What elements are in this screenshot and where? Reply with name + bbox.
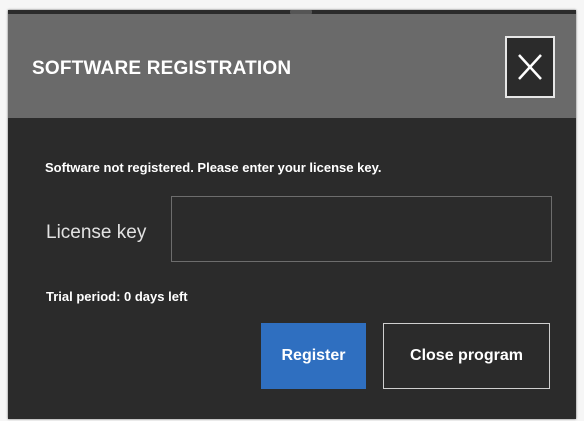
license-key-input[interactable] [171, 196, 552, 262]
dialog-titlebar: SOFTWARE REGISTRATION [8, 14, 576, 118]
close-button[interactable] [505, 36, 555, 98]
registration-message: Software not registered. Please enter yo… [45, 160, 382, 175]
registration-dialog: SOFTWARE REGISTRATION Software not regis… [8, 10, 576, 419]
register-button[interactable]: Register [261, 323, 366, 389]
license-key-label: License key [46, 222, 147, 243]
dialog-title: SOFTWARE REGISTRATION [32, 58, 292, 79]
close-program-button[interactable]: Close program [383, 323, 550, 389]
close-icon [518, 54, 542, 80]
trial-period-text: Trial period: 0 days left [46, 289, 188, 304]
